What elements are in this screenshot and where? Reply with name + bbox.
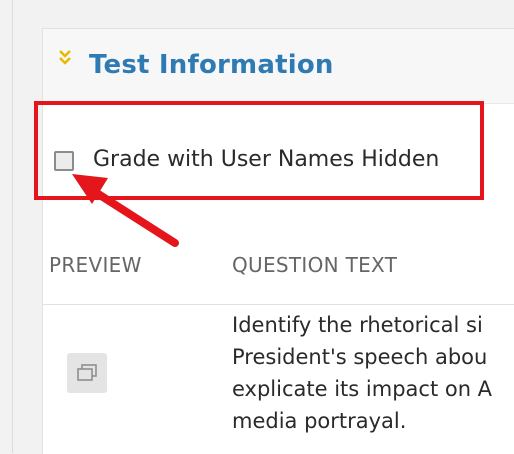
question-text-line: explicate its impact on A: [232, 377, 493, 401]
test-information-panel: Test Information Grade with User Names H…: [42, 28, 514, 454]
column-header-preview: PREVIEW: [49, 253, 142, 277]
hide-user-names-checkbox[interactable]: [54, 151, 74, 171]
column-header-question-text: QUESTION TEXT: [232, 253, 398, 277]
question-text-line: media portrayal.: [232, 409, 407, 433]
question-text-line: Identify the rhetorical si: [232, 313, 483, 337]
panel-title: Test Information: [89, 50, 334, 80]
hide-user-names-label[interactable]: Grade with User Names Hidden: [93, 147, 439, 172]
question-text-cell: Identify the rhetorical si President's s…: [232, 309, 514, 437]
page-left-border: [12, 0, 13, 453]
header-divider: [43, 304, 514, 305]
double-chevron-down-icon[interactable]: [57, 48, 73, 66]
preview-button[interactable]: [67, 353, 107, 393]
panel-header[interactable]: Test Information: [43, 29, 514, 104]
preview-window-icon: [77, 364, 97, 381]
question-text-line: President's speech abou: [232, 345, 488, 369]
